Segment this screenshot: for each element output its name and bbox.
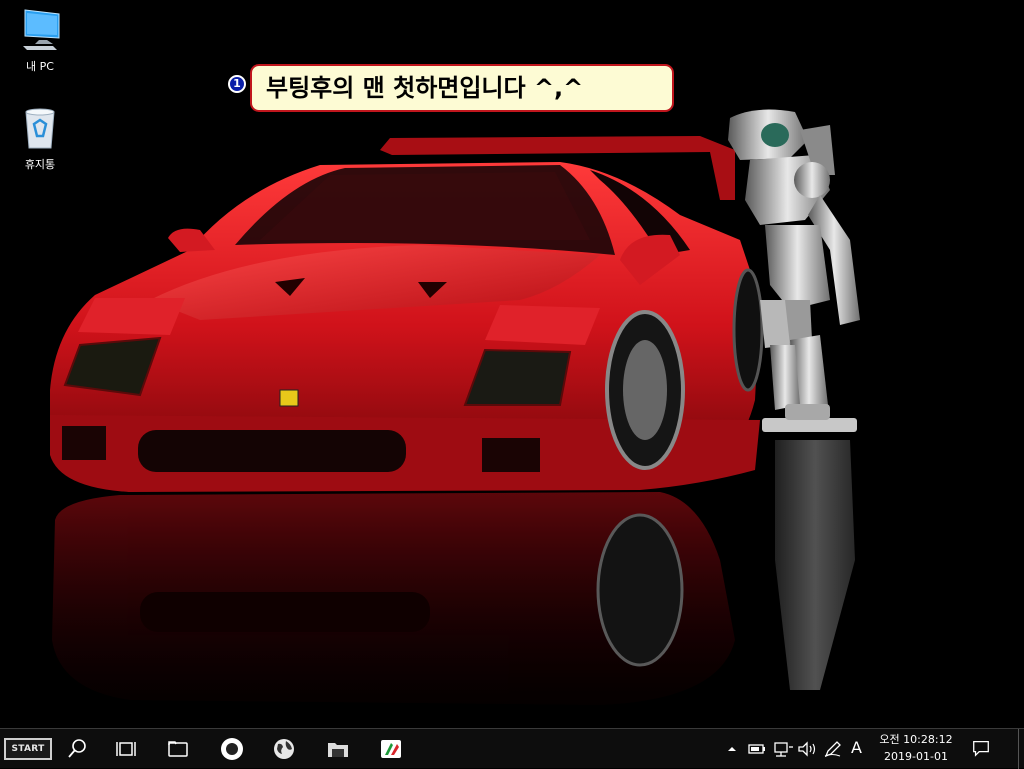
ime-indicator[interactable]: A (851, 738, 862, 757)
step-number-badge: 1 (228, 75, 246, 93)
search-button[interactable] (64, 735, 92, 763)
recycle-bin-icon (25, 108, 55, 149)
battery-icon[interactable] (746, 739, 768, 759)
clock-time-prefix: 오전 (879, 733, 900, 746)
clock-time: 10:28:12 (903, 733, 953, 746)
desktop-icon-my-pc[interactable]: 내 PC (5, 8, 75, 74)
pen-icon[interactable] (822, 739, 844, 759)
tool-icon (381, 740, 401, 758)
car-reflection (52, 492, 735, 705)
taskbar: START A 오전 10:28:12 2019-01-01 (0, 728, 1024, 769)
desktop-icon-recycle-bin[interactable]: 휴지통 (5, 106, 75, 172)
desktop-icon-label: 휴지통 (24, 158, 56, 171)
network-icon[interactable] (772, 739, 794, 759)
browser-button[interactable] (270, 735, 298, 763)
circle-app-button[interactable] (218, 735, 246, 763)
notification-icon[interactable] (970, 738, 992, 758)
computer-icon (23, 9, 60, 50)
explorer-icon (168, 741, 188, 757)
tool-app-button[interactable] (377, 735, 405, 763)
task-view-icon (116, 742, 136, 756)
chevron-up-icon[interactable] (726, 739, 738, 759)
clock[interactable]: 오전 10:28:12 2019-01-01 (872, 731, 960, 765)
folder-icon (328, 743, 348, 757)
search-icon (68, 739, 86, 758)
volume-icon[interactable] (796, 739, 818, 759)
task-view-button[interactable] (112, 735, 140, 763)
clock-date: 2019-01-01 (884, 750, 948, 763)
callout-label: 부팅후의 맨 첫하면입니다 ^,^ (250, 64, 674, 112)
file-explorer-button[interactable] (164, 735, 192, 763)
globe-icon (274, 739, 294, 759)
start-button[interactable]: START (4, 738, 52, 760)
circle-app-icon (221, 738, 243, 760)
show-desktop-button[interactable] (1018, 729, 1024, 769)
desktop: 내 PC 휴지통 1 부팅후의 맨 첫하면입니다 ^,^ (0, 0, 1024, 728)
desktop-icon-label: 내 PC (26, 60, 54, 73)
folder-button[interactable] (324, 735, 352, 763)
